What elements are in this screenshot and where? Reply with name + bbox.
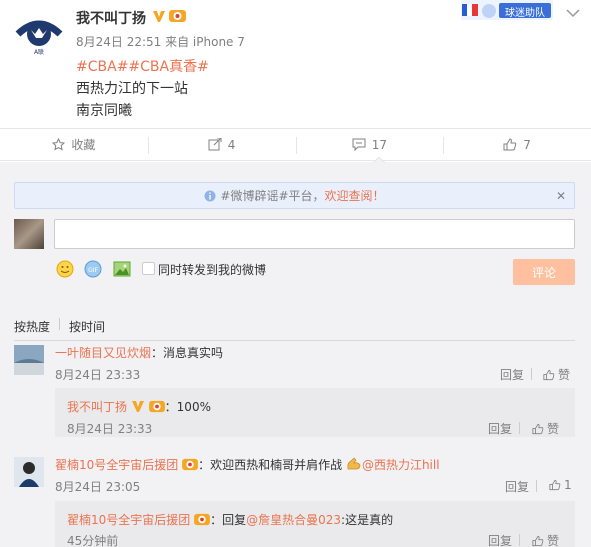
chevron-down-icon[interactable] [563,6,583,20]
favorite-label: 收藏 [71,138,96,152]
sort-by-time-tab[interactable]: 按时间 [69,318,105,335]
sort-by-hot-tab[interactable]: 按热度 [14,318,50,335]
comment-icon [352,138,366,151]
repost-icon [208,138,222,151]
notice-text: #微博辟谣#平台， [220,189,325,203]
vip-badge-icon [148,400,165,413]
image-icon[interactable] [113,260,131,278]
comment-text: ：100% [164,400,211,414]
thumbs-up-icon [543,369,555,380]
comment-sort-tabs: 按热度 按时间 [14,318,105,335]
comment-text: :这是真的 [341,513,394,527]
thumbs-up-icon [503,138,517,151]
post-meta: 8月24日 22:51 来自 iPhone 7 [76,35,245,49]
thumbs-up-icon [532,535,544,546]
verified-v-icon [152,9,166,23]
post-text-line: 西热力江的下一站 [76,81,188,97]
thumbs-up-icon [532,423,544,434]
repost-count: 4 [227,137,236,152]
like-count: 7 [523,137,531,152]
comment-time: 45分钟前 [67,534,119,547]
notice-link[interactable]: 欢迎查阅！ [325,187,385,204]
post-action-bar: 收藏 4 17 7 [0,128,591,161]
repost-label: 同时转发到我的微博 [158,263,267,277]
sub-reply-body: 翟楠10号全宇宙后援团 ：回复@詹皇热合曼023:这是真的 [67,511,393,528]
submit-comment-button[interactable]: 评论 [513,259,575,285]
like-comment-button[interactable]: 赞 [532,420,559,437]
divider [519,422,520,434]
repost-button[interactable]: 4 [147,129,296,160]
partner-label: 球迷助队 [505,8,545,19]
commenter-name[interactable]: 我不叫丁扬 [67,400,127,414]
reply-button[interactable]: 回复 [488,532,512,547]
sub-reply-body: 我不叫丁扬 ：100% [67,398,211,415]
like-comment-button[interactable]: 赞 [532,532,559,547]
my-avatar[interactable] [14,219,44,249]
mention-link[interactable]: @詹皇热合曼023 [246,513,341,527]
commenter-avatar[interactable] [14,457,44,487]
gif-icon[interactable]: GIF [84,260,102,278]
star-icon [52,138,66,151]
commenter-avatar[interactable] [14,345,44,375]
divider [59,318,61,330]
close-icon[interactable]: ✕ [556,189,566,203]
thumbs-up-icon [549,479,561,491]
divider [519,534,520,546]
like-label: 赞 [558,368,571,382]
comment-input[interactable] [54,219,575,249]
comment-time: 8月24日 23:05 [55,480,141,494]
post-text-line: 南京同曦 [76,103,132,119]
post-hashtags[interactable]: #CBA##CBA真香# [76,56,209,76]
reply-button[interactable]: 回复 [500,366,524,383]
partner-badge[interactable]: 球迷助队 [461,0,553,20]
emoji-icon[interactable] [56,260,74,278]
reply-button[interactable]: 回复 [505,478,529,495]
like-label: 赞 [547,422,560,436]
like-comment-button[interactable]: 1 [549,478,572,492]
team-logo-avatar[interactable]: A联 [12,8,66,56]
info-icon [204,190,216,201]
repost-checkbox[interactable] [142,262,155,275]
comment-button[interactable]: 17 [295,129,444,160]
rumor-notice-bar: #微博辟谣#平台， 欢迎查阅！ ✕ [14,182,575,209]
vip-badge-icon [182,458,199,471]
mention-link[interactable]: @西热力江hill [362,458,440,472]
divider [536,480,537,492]
flex-arm-emoji-icon [347,457,361,470]
comment-body: 翟楠10号全宇宙后援团 ：欢迎西热和楠哥并肩作战 @西热力江hill [55,456,440,473]
pointer-arrow [373,157,385,163]
comment-text: ：欢迎西热和楠哥并肩作战 [198,458,343,472]
reply-button[interactable]: 回复 [488,420,512,437]
verified-v-icon [131,401,144,412]
comment-text: ：回复 [210,513,247,527]
commenter-name[interactable]: 一叶随目又见炊烟 [55,346,151,360]
comment-body: 一叶随目又见炊烟：消息真实吗 [55,344,223,361]
divider [14,340,575,341]
commenter-name[interactable]: 翟楠10号全宇宙后援团 [55,458,178,472]
like-comment-button[interactable]: 赞 [543,366,570,383]
comment-text: ：消息真实吗 [151,346,224,360]
comment-time: 8月24日 23:33 [55,368,141,382]
like-count: 1 [564,478,572,492]
like-label: 赞 [547,534,560,547]
favorite-button[interactable]: 收藏 [0,129,148,160]
post-author-name[interactable]: 我不叫丁扬 [76,8,146,28]
comment-count: 17 [371,137,388,152]
svg-text:A联: A联 [34,48,44,56]
comment-time: 8月24日 23:33 [67,422,153,436]
vip-badge-icon[interactable] [169,9,186,23]
divider [531,368,532,380]
svg-text:GIF: GIF [88,267,98,274]
like-button[interactable]: 7 [443,129,591,160]
commenter-name[interactable]: 翟楠10号全宇宙后援团 [67,513,190,527]
vip-badge-icon [194,513,211,526]
